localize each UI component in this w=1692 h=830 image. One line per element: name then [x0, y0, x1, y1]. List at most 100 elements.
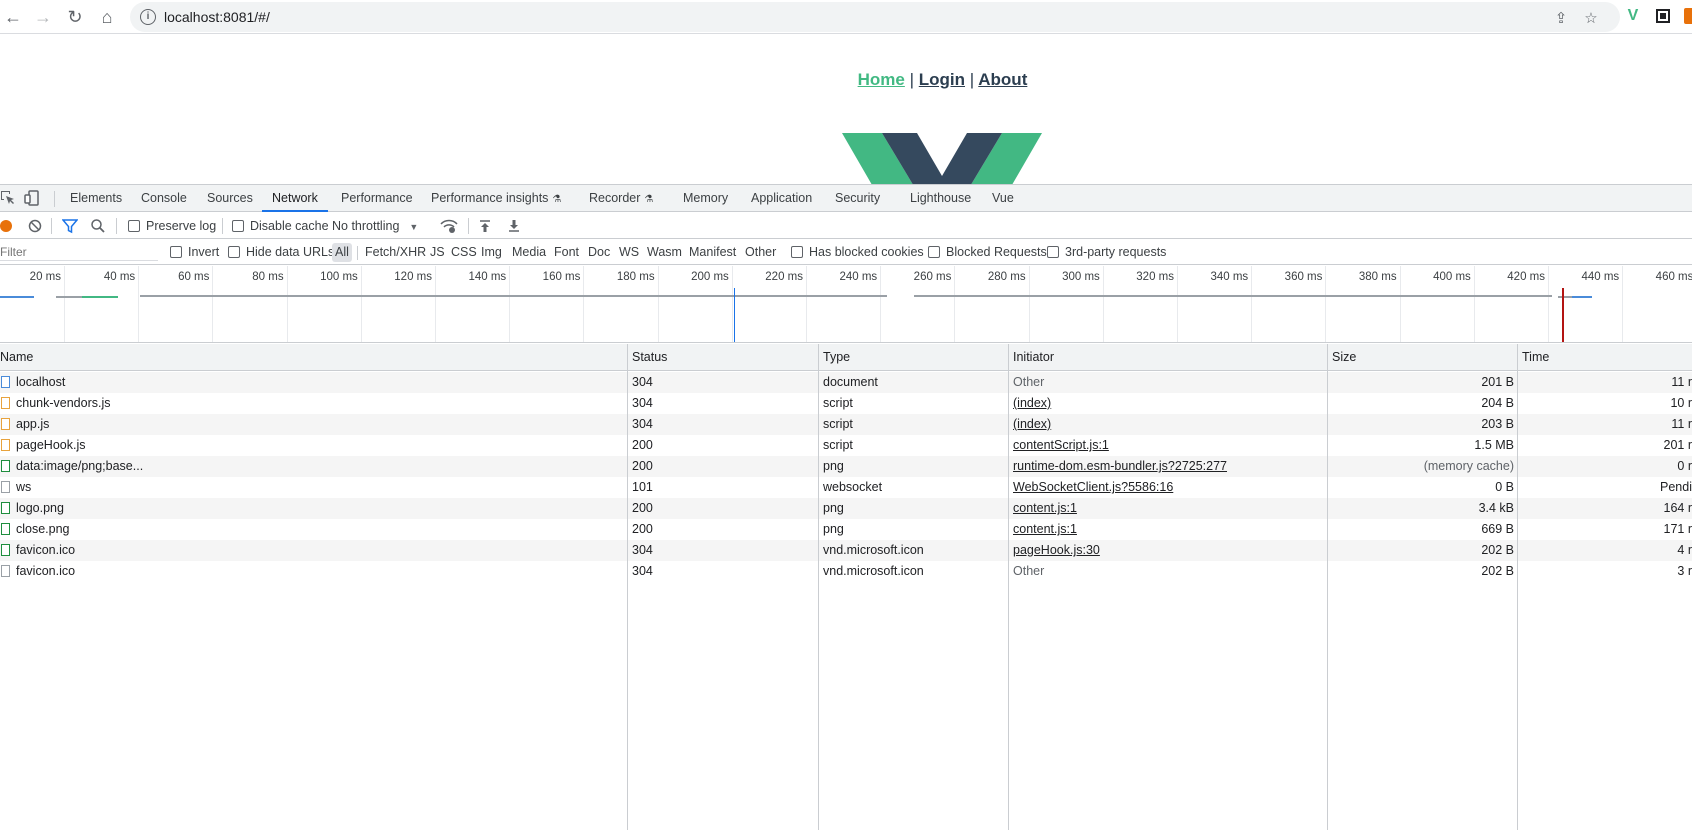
cell-name[interactable]: app.js: [16, 414, 616, 435]
checkbox-box[interactable]: [791, 246, 803, 258]
home-icon[interactable]: ⌂: [94, 4, 120, 30]
table-row[interactable]: favicon.ico 304 vnd.microsoft.icon pageHook…: [0, 540, 1692, 561]
filter-type-font[interactable]: Font: [551, 243, 582, 262]
checkbox-box[interactable]: [928, 246, 940, 258]
col-header-time[interactable]: Time: [1517, 344, 1549, 371]
blocked-requests-checkbox[interactable]: Blocked Requests: [928, 240, 1047, 265]
table-row[interactable]: favicon.ico 304 vnd.microsoft.icon Other 202…: [0, 561, 1692, 582]
table-row[interactable]: ws 101 websocket WebSocketClient.js?5586:16…: [0, 477, 1692, 498]
table-row[interactable]: data:image/png;base... 200 png runtime-dom.…: [0, 456, 1692, 477]
filter-type-manifest[interactable]: Manifest: [686, 243, 739, 262]
column-divider[interactable]: [1517, 344, 1518, 830]
table-row[interactable]: logo.png 200 png content.js:1 3.4 kB 164 r: [0, 498, 1692, 519]
filter-input[interactable]: [0, 243, 158, 261]
nav-home-link[interactable]: Home: [858, 70, 905, 89]
cell-initiator[interactable]: WebSocketClient.js?5586:16: [1013, 477, 1323, 498]
throttling-select[interactable]: No throttling ▼: [332, 213, 418, 239]
checkbox-box[interactable]: [170, 246, 182, 258]
cell-name[interactable]: favicon.ico: [16, 540, 616, 561]
filter-type-all[interactable]: All: [332, 243, 352, 262]
filter-type-wasm[interactable]: Wasm: [644, 243, 685, 262]
info-icon[interactable]: i: [140, 9, 156, 25]
column-divider[interactable]: [818, 344, 819, 830]
filter-funnel-icon[interactable]: [61, 218, 79, 237]
address-bar[interactable]: i localhost:8081/#/ ⇪ ☆: [130, 2, 1620, 32]
device-toolbar-icon[interactable]: [24, 190, 42, 207]
inspect-element-icon[interactable]: [0, 190, 18, 207]
extension-square-icon[interactable]: [1652, 5, 1674, 27]
col-header-name[interactable]: Name: [0, 344, 33, 371]
column-divider[interactable]: [1327, 344, 1328, 830]
bookmark-star-icon[interactable]: ☆: [1580, 7, 1602, 29]
nav-login-link[interactable]: Login: [919, 70, 965, 89]
tab-recorder[interactable]: Recorder ⚗: [589, 185, 653, 212]
import-har-icon[interactable]: [478, 219, 492, 236]
tab-performance[interactable]: Performance: [341, 185, 413, 212]
tab-memory[interactable]: Memory: [683, 185, 728, 212]
nav-about-link[interactable]: About: [978, 70, 1027, 89]
filter-type-other[interactable]: Other: [742, 243, 779, 262]
col-header-size[interactable]: Size: [1327, 344, 1356, 371]
filter-type-img[interactable]: Img: [478, 243, 505, 262]
tab-sources[interactable]: Sources: [207, 185, 253, 212]
record-icon[interactable]: [0, 220, 12, 232]
filter-type-js[interactable]: JS: [427, 243, 448, 262]
tab-security[interactable]: Security: [835, 185, 880, 212]
filter-type-ws[interactable]: WS: [616, 243, 642, 262]
reload-icon[interactable]: ↻: [62, 4, 88, 30]
tab-lighthouse[interactable]: Lighthouse: [910, 185, 971, 212]
cell-initiator[interactable]: contentScript.js:1: [1013, 435, 1323, 456]
filter-type-media[interactable]: Media: [509, 243, 549, 262]
preserve-log-checkbox[interactable]: Preserve log: [128, 213, 216, 239]
cell-name[interactable]: favicon.ico: [16, 561, 616, 582]
checkbox-box[interactable]: [232, 220, 244, 232]
disable-cache-checkbox[interactable]: Disable cache: [232, 213, 329, 239]
cell-initiator[interactable]: content.js:1: [1013, 498, 1323, 519]
hide-data-urls-checkbox[interactable]: Hide data URLs: [228, 240, 334, 265]
checkbox-box[interactable]: [228, 246, 240, 258]
tab-vue[interactable]: Vue: [992, 185, 1014, 212]
profile-avatar-edge[interactable]: [1684, 8, 1692, 24]
export-har-icon[interactable]: [507, 219, 521, 236]
forward-arrow-icon[interactable]: →: [30, 4, 56, 30]
tab-performance-insights[interactable]: Performance insights ⚗: [431, 185, 561, 212]
table-row[interactable]: close.png 200 png content.js:1 669 B 171 r: [0, 519, 1692, 540]
tab-elements[interactable]: Elements: [70, 185, 122, 212]
table-row[interactable]: localhost 304 document Other 201 B 11 r: [0, 372, 1692, 393]
filter-type-css[interactable]: CSS: [448, 243, 480, 262]
checkbox-box[interactable]: [128, 220, 140, 232]
column-divider[interactable]: [1008, 344, 1009, 830]
cell-name[interactable]: pageHook.js: [16, 435, 616, 456]
col-header-initiator[interactable]: Initiator: [1008, 344, 1054, 371]
search-icon[interactable]: [90, 218, 106, 237]
cell-initiator[interactable]: runtime-dom.esm-bundler.js?2725:277: [1013, 456, 1323, 477]
cell-name[interactable]: localhost: [16, 372, 616, 393]
table-row[interactable]: chunk-vendors.js 304 script (index) 204 B 10 …: [0, 393, 1692, 414]
cell-initiator[interactable]: pageHook.js:30: [1013, 540, 1323, 561]
network-conditions-icon[interactable]: [440, 218, 458, 237]
checkbox-box[interactable]: [1047, 246, 1059, 258]
cell-name[interactable]: chunk-vendors.js: [16, 393, 616, 414]
cell-initiator[interactable]: content.js:1: [1013, 519, 1323, 540]
share-icon[interactable]: ⇪: [1550, 7, 1572, 29]
cell-initiator[interactable]: (index): [1013, 414, 1323, 435]
invert-checkbox[interactable]: Invert: [170, 240, 219, 265]
tab-console[interactable]: Console: [141, 185, 187, 212]
column-divider[interactable]: [627, 344, 628, 830]
col-header-type[interactable]: Type: [818, 344, 850, 371]
cell-name[interactable]: close.png: [16, 519, 616, 540]
address-url[interactable]: localhost:8081/#/: [164, 9, 270, 25]
table-row[interactable]: pageHook.js 200 script contentScript.js:1 1.…: [0, 435, 1692, 456]
back-arrow-icon[interactable]: ←: [0, 4, 26, 30]
timeline-overview[interactable]: 20 ms 40 ms 60 ms 80 ms 100 ms 120 ms 140 ms 16…: [0, 266, 1692, 343]
filter-type-doc[interactable]: Doc: [585, 243, 613, 262]
vue-extension-icon[interactable]: V: [1622, 5, 1644, 27]
filter-type-fetch-xhr[interactable]: Fetch/XHR: [362, 243, 429, 262]
table-row[interactable]: app.js 304 script (index) 203 B 11 r: [0, 414, 1692, 435]
has-blocked-cookies-checkbox[interactable]: Has blocked cookies: [791, 240, 924, 265]
cell-name[interactable]: ws: [16, 477, 616, 498]
cell-name[interactable]: data:image/png;base...: [16, 456, 616, 477]
cell-initiator[interactable]: (index): [1013, 393, 1323, 414]
col-header-status[interactable]: Status: [627, 344, 667, 371]
clear-icon[interactable]: [28, 219, 42, 236]
